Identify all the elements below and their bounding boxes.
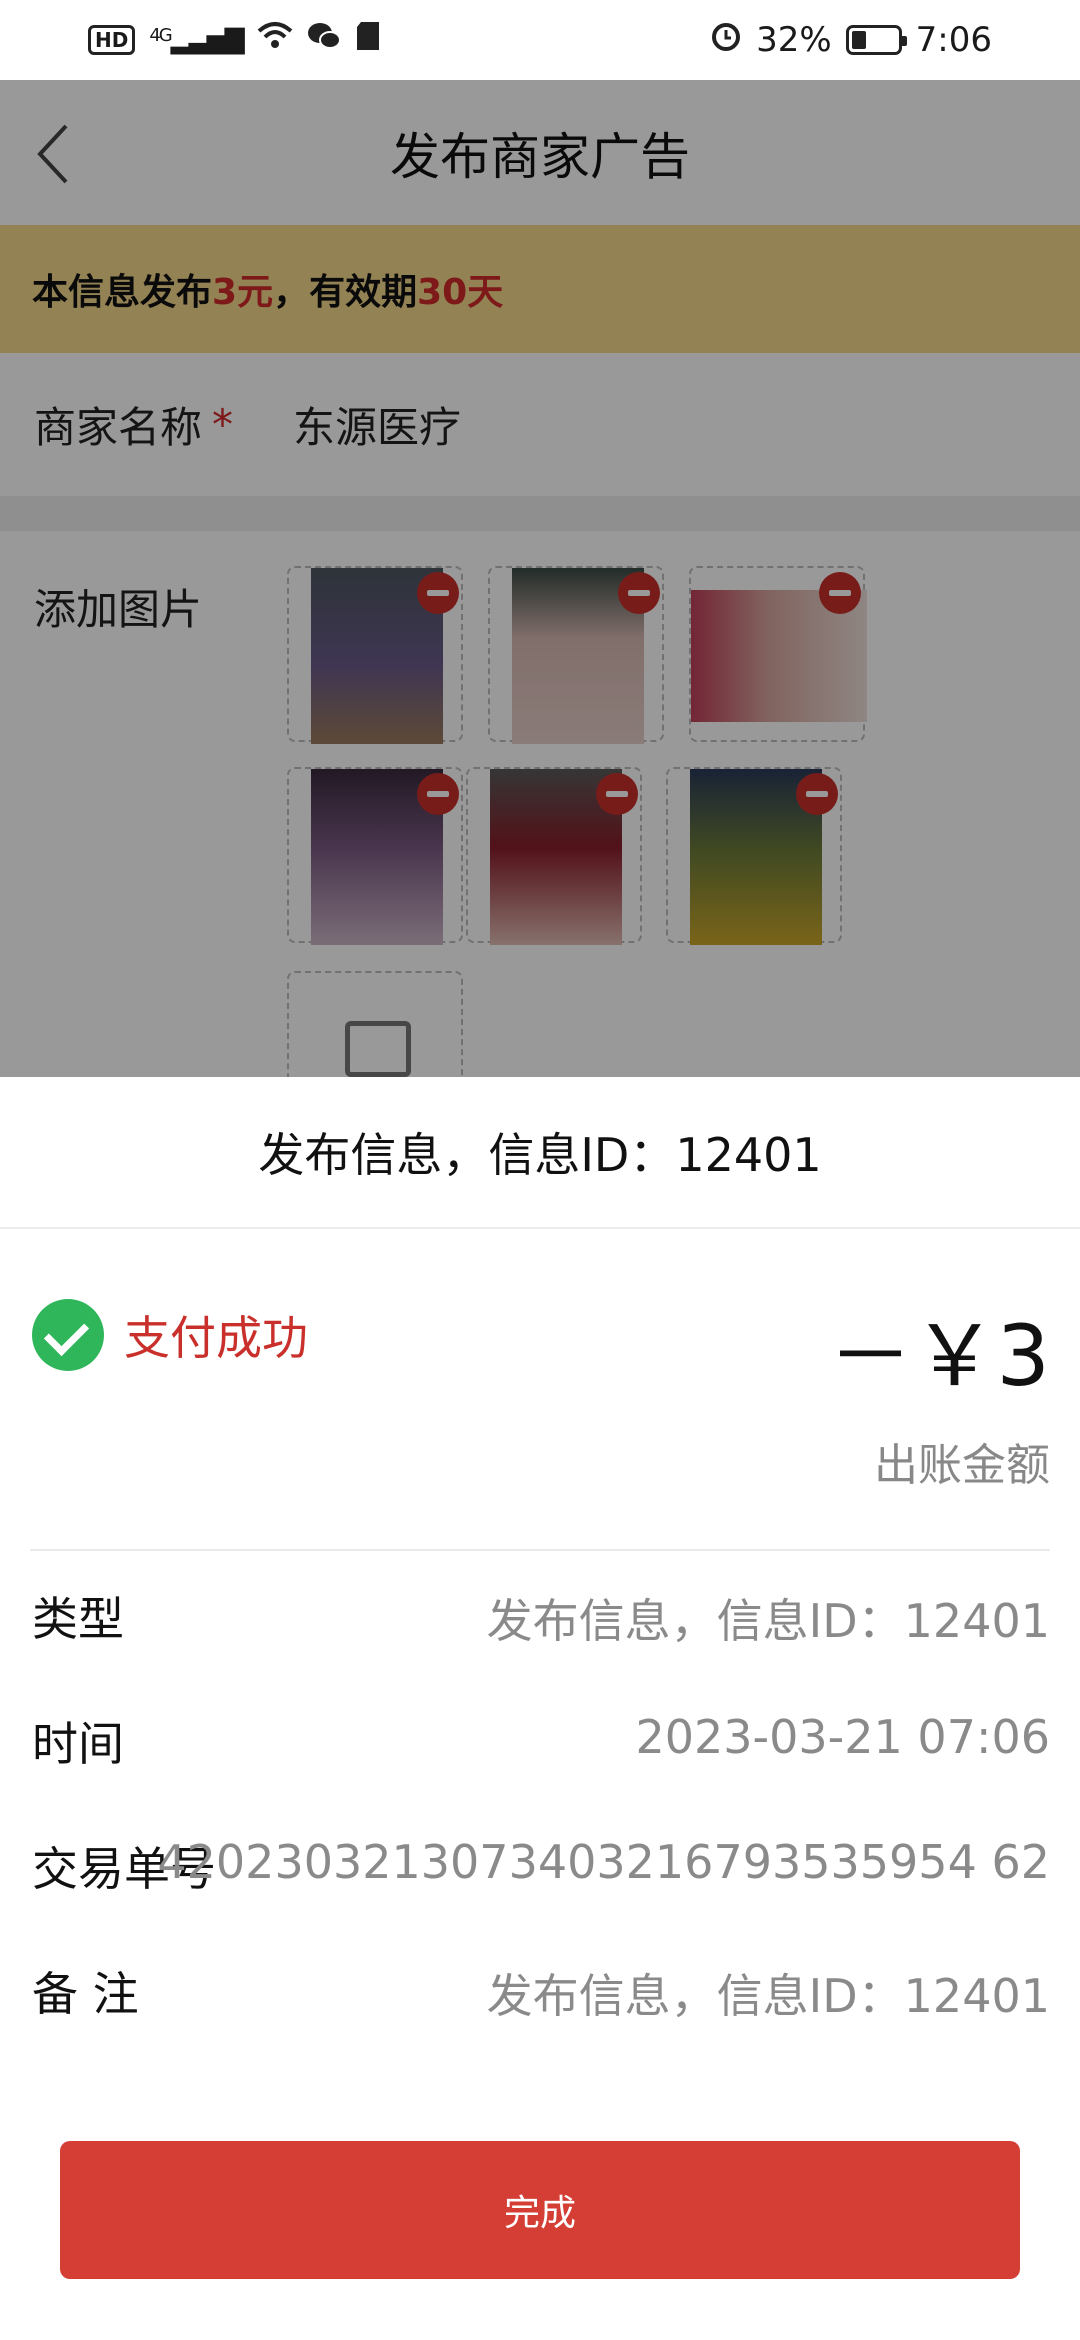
detail-row-order-number: 交易单号 4202303213073403216793535954 62: [0, 1823, 1080, 1903]
detail-row-time: 时间 2023-03-21 07:06: [0, 1698, 1080, 1778]
payment-status: 支付成功: [32, 1299, 308, 1371]
status-left: HD 4G▂▃▅▇: [88, 21, 381, 59]
divider: [30, 1549, 1050, 1551]
detail-key: 类型: [32, 1592, 124, 1646]
alarm-icon: [710, 20, 742, 60]
signal-icon: 4G▂▃▅▇: [149, 25, 244, 55]
sheet-title: 发布信息，信息ID：12401: [0, 1077, 1080, 1229]
battery-percent: 32%: [756, 20, 832, 60]
detail-value: 发布信息，信息ID：12401: [486, 1969, 1050, 2023]
detail-key: 备 注: [32, 1967, 139, 2021]
done-button[interactable]: 完成: [60, 2141, 1020, 2279]
battery-icon: [845, 25, 907, 55]
status-right: 32% 7:06: [710, 20, 992, 60]
battery-level: [851, 31, 866, 49]
payment-summary: 支付成功 －￥3 出账金额: [0, 1229, 1080, 1551]
dim-overlay[interactable]: [0, 80, 1080, 1077]
wifi-icon: [257, 21, 293, 59]
hd-icon: HD: [88, 25, 136, 55]
sdcard-icon: [355, 21, 381, 59]
detail-value: 发布信息，信息ID：12401: [486, 1594, 1050, 1648]
check-circle-icon: [32, 1299, 104, 1371]
detail-value: 4202303213073403216793535954 62: [157, 1835, 1050, 1889]
payment-status-text: 支付成功: [124, 1311, 308, 1365]
detail-row-type: 类型 发布信息，信息ID：12401: [0, 1573, 1080, 1653]
payment-amount: －￥3: [828, 1307, 1050, 1405]
amount-label: 出账金额: [874, 1440, 1050, 1491]
clock: 7:06: [915, 20, 992, 60]
network-type: 4G: [149, 25, 172, 46]
detail-value: 2023-03-21 07:06: [635, 1710, 1050, 1764]
detail-row-remark: 备 注 发布信息，信息ID：12401: [0, 1948, 1080, 2028]
wechat-icon: [307, 21, 341, 59]
status-bar: HD 4G▂▃▅▇ 32% 7:06: [0, 0, 1080, 80]
detail-key: 时间: [32, 1717, 124, 1771]
